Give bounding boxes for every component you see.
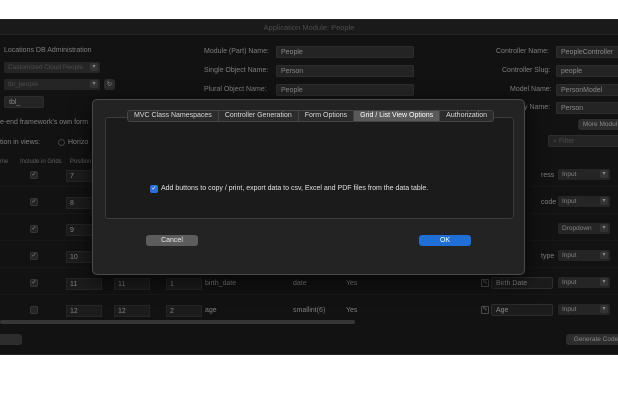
tab-form-options[interactable]: Form Options <box>299 111 355 121</box>
tab-controller-generation[interactable]: Controller Generation <box>219 111 299 121</box>
ok-button[interactable]: OK <box>419 235 471 246</box>
options-dialog: ✓ Add buttons to copy / print, export da… <box>92 99 525 275</box>
cancel-button[interactable]: Cancel <box>146 235 198 246</box>
tab-panel: ✓ Add buttons to copy / print, export da… <box>105 117 514 219</box>
tab-mvc-class-namespaces[interactable]: MVC Class Namespaces <box>128 111 219 121</box>
export-buttons-label: Add buttons to copy / print, export data… <box>161 185 429 192</box>
tab-authorization[interactable]: Authorization <box>440 111 493 121</box>
export-buttons-checkbox[interactable]: ✓ <box>150 185 158 193</box>
tab-grid-list-view-options[interactable]: Grid / List View Options <box>354 111 441 121</box>
tab-bar: MVC Class Namespaces Controller Generati… <box>127 110 495 122</box>
